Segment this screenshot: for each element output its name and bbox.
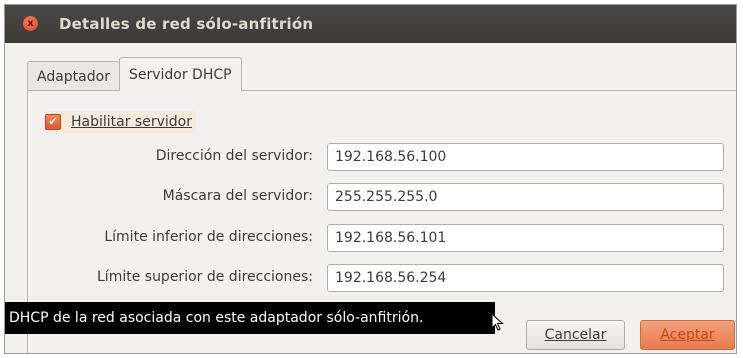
server-mask-row: Máscara del servidor: <box>5 183 736 211</box>
lower-limit-row: Límite inferior de direcciones: <box>5 224 736 252</box>
server-address-row: Dirección del servidor: <box>5 143 736 171</box>
upper-limit-row: Límite superior de direcciones: <box>5 264 736 292</box>
dialog-window: x Detalles de red sólo-anfitrión Adaptad… <box>4 4 737 354</box>
cancel-button[interactable]: Cancelar <box>526 320 625 350</box>
enable-server-checkbox[interactable]: ✔ <box>45 114 61 130</box>
tab-bar: Adaptador Servidor DHCP <box>27 57 242 91</box>
cancel-button-label: Cancelar <box>544 327 607 343</box>
enable-server-label: Habilitar servidor <box>71 114 192 130</box>
window-title: Detalles de red sólo-anfitrión <box>59 15 314 33</box>
enable-server-checkbox-row[interactable]: ✔ Habilitar servidor <box>45 111 196 133</box>
server-address-label: Dirección del servidor: <box>155 148 313 164</box>
close-icon[interactable]: x <box>23 16 38 31</box>
upper-limit-input[interactable] <box>327 264 724 292</box>
mouse-pointer-icon <box>491 313 504 331</box>
server-mask-label: Máscara del servidor: <box>162 188 313 204</box>
tooltip: DHCP de la red asociada con este adaptad… <box>5 302 495 334</box>
upper-limit-label: Límite superior de direcciones: <box>97 269 313 285</box>
accept-button[interactable]: Aceptar <box>640 320 735 350</box>
server-mask-input[interactable] <box>327 183 724 211</box>
accept-button-label: Aceptar <box>660 327 715 343</box>
tab-servidor-dhcp[interactable]: Servidor DHCP <box>118 57 242 91</box>
server-address-input[interactable] <box>327 143 724 171</box>
lower-limit-input[interactable] <box>327 224 724 252</box>
titlebar: x Detalles de red sólo-anfitrión <box>5 5 736 43</box>
tab-adaptador[interactable]: Adaptador <box>27 61 120 91</box>
lower-limit-label: Límite inferior de direcciones: <box>104 229 313 245</box>
